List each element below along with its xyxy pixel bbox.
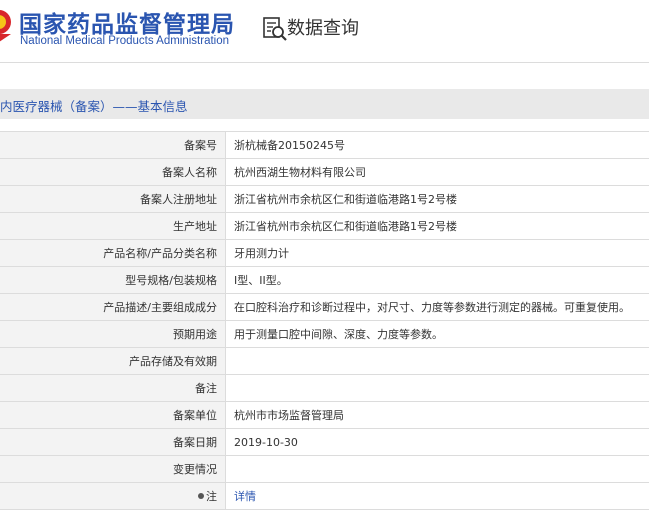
section-title: 内医疗器械（备案）——基本信息 [0,99,188,114]
table-row: 备案号 浙杭械备20150245号 [0,131,649,159]
row-label: 预期用途 [0,320,226,348]
table-row: 备案人名称 杭州西湖生物材料有限公司 [0,158,649,186]
row-label: 注 [206,490,217,503]
row-label: 产品存储及有效期 [0,347,226,375]
row-value: 详情 [225,482,649,510]
table-row: 生产地址 浙江省杭州市余杭区仁和街道临港路1号2号楼 [0,212,649,240]
table-row: 产品存储及有效期 [0,347,649,375]
row-label: 型号规格/包装规格 [0,266,226,294]
row-value: 牙用测力计 [225,239,649,267]
table-row: 产品描述/主要组成成分 在口腔科治疗和诊断过程中，对尺寸、力度等参数进行测定的器… [0,293,649,321]
agency-name-cn[interactable]: 国家药品监督管理局 [19,5,235,39]
row-value: 2019-10-30 [225,428,649,456]
emblem-icon [0,10,11,42]
row-value: 浙江省杭州市余杭区仁和街道临港路1号2号楼 [225,212,649,240]
table-row: 备案人注册地址 浙江省杭州市余杭区仁和街道临港路1号2号楼 [0,185,649,213]
table-row: 型号规格/包装规格 I型、II型。 [0,266,649,294]
row-value [225,455,649,483]
site-header: 国家药品监督管理局 National Medical Products Admi… [0,0,649,62]
note-label-cell: 注 [0,482,226,510]
row-value: 杭州西湖生物材料有限公司 [225,158,649,186]
document-search-icon [263,17,287,41]
table-row: 备注 [0,374,649,402]
row-value: 用于测量口腔中间隙、深度、力度等参数。 [225,320,649,348]
row-label: 备案号 [0,131,226,159]
row-label: 备注 [0,374,226,402]
row-label: 产品描述/主要组成成分 [0,293,226,321]
bullet-icon [198,493,204,499]
row-value: 浙江省杭州市余杭区仁和街道临港路1号2号楼 [225,185,649,213]
table-row: 备案日期 2019-10-30 [0,428,649,456]
row-value [225,347,649,375]
info-table: 备案号 浙杭械备20150245号 备案人名称 杭州西湖生物材料有限公司 备案人… [0,131,649,510]
table-row: 预期用途 用于测量口腔中间隙、深度、力度等参数。 [0,320,649,348]
row-label: 生产地址 [0,212,226,240]
table-row: 变更情况 [0,455,649,483]
row-value [225,374,649,402]
data-query-title[interactable]: 数据查询 [287,14,359,40]
header-divider [0,62,649,63]
table-row: 注 详情 [0,482,649,510]
table-row: 备案单位 杭州市市场监督管理局 [0,401,649,429]
details-link[interactable]: 详情 [234,490,256,503]
row-label: 备案人名称 [0,158,226,186]
row-label: 备案单位 [0,401,226,429]
row-label: 产品名称/产品分类名称 [0,239,226,267]
row-label: 变更情况 [0,455,226,483]
table-row: 产品名称/产品分类名称 牙用测力计 [0,239,649,267]
row-label: 备案人注册地址 [0,185,226,213]
row-value: 杭州市市场监督管理局 [225,401,649,429]
agency-name-en[interactable]: National Medical Products Administration [20,35,229,47]
row-label: 备案日期 [0,428,226,456]
row-value: I型、II型。 [225,266,649,294]
row-value: 浙杭械备20150245号 [225,131,649,159]
section-header: 内医疗器械（备案）——基本信息 [0,89,649,119]
row-value: 在口腔科治疗和诊断过程中，对尺寸、力度等参数进行测定的器械。可重复使用。 [225,293,649,321]
